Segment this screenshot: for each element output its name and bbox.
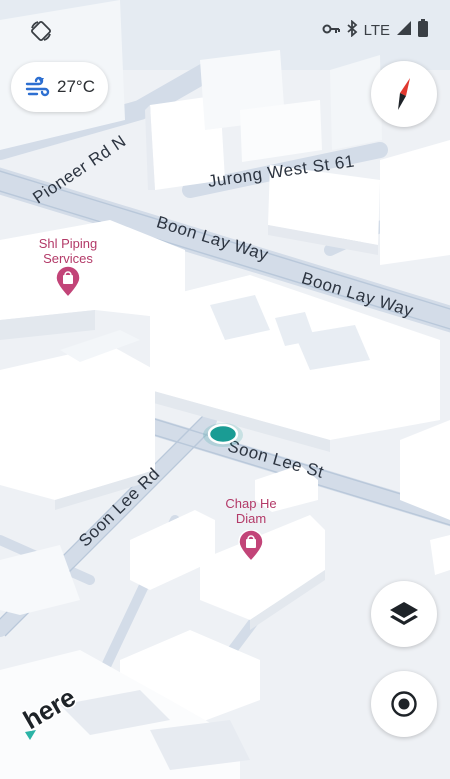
- layers-icon: [389, 601, 419, 627]
- vpn-key-icon: [322, 22, 340, 39]
- cell-signal-icon: [396, 20, 412, 40]
- my-location-icon: [390, 690, 418, 718]
- poi-label-chap-he-diam[interactable]: Chap He Diam: [205, 496, 297, 526]
- battery-icon: [418, 19, 428, 41]
- network-type-label: LTE: [363, 21, 390, 39]
- my-location-button[interactable]: [371, 671, 437, 737]
- compass-icon: [389, 76, 419, 112]
- poi-name-line2: Diam: [235, 511, 267, 526]
- weather-chip[interactable]: 27°C: [11, 62, 108, 112]
- shopping-bag-pin-icon[interactable]: [55, 265, 81, 299]
- compass-button[interactable]: [371, 61, 437, 127]
- poi-name-line1: Shl Piping: [38, 236, 98, 251]
- auto-rotate-icon: [30, 20, 52, 42]
- poi-label-shl-piping[interactable]: Shl Piping Services: [22, 236, 114, 266]
- temperature-label: 27°C: [57, 77, 95, 96]
- layers-button[interactable]: [371, 581, 437, 647]
- here-logo: here: [17, 680, 92, 746]
- current-location-marker: [202, 422, 244, 448]
- poi-name-line2: Services: [43, 251, 93, 266]
- status-bar: LTE: [0, 0, 450, 60]
- windy-weather-icon: [25, 76, 51, 98]
- here-logo-text: here: [22, 686, 81, 735]
- poi-name-line1: Chap He: [225, 496, 277, 511]
- bluetooth-icon: [346, 19, 358, 41]
- shopping-bag-pin-icon[interactable]: [238, 529, 264, 563]
- status-icons: LTE: [322, 19, 428, 41]
